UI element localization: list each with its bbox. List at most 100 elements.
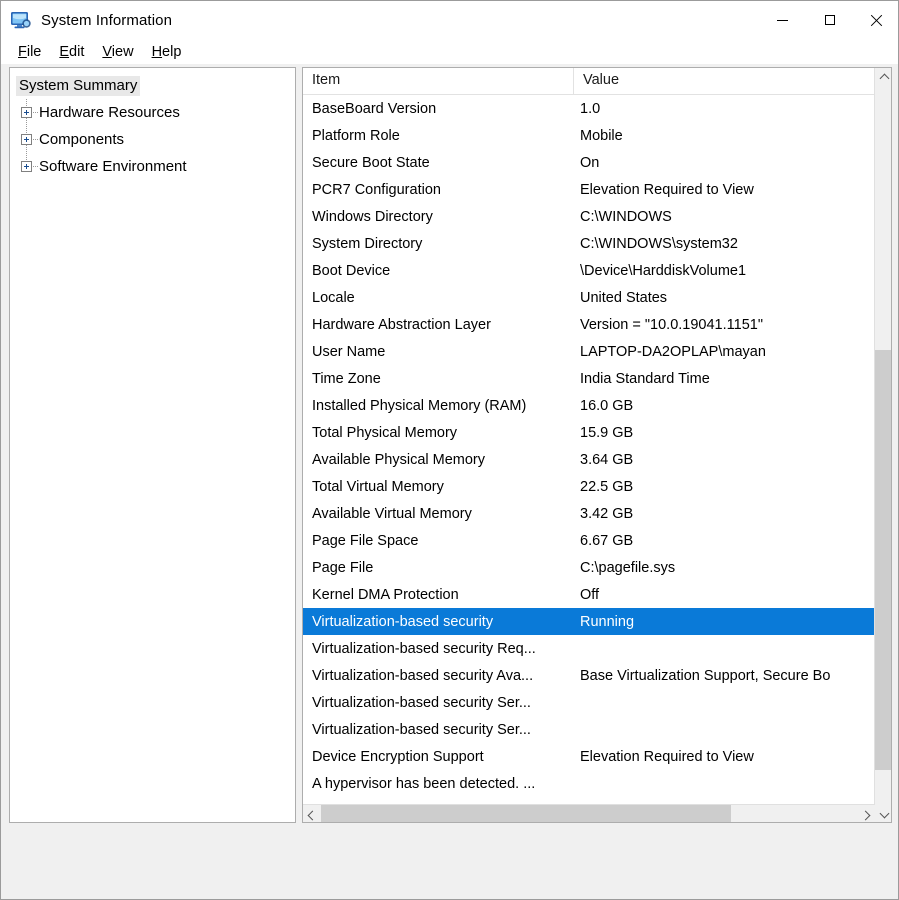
- table-row[interactable]: User NameLAPTOP-DA2OPLAP\mayan: [303, 338, 875, 365]
- vertical-scrollbar-thumb[interactable]: [875, 350, 892, 770]
- menu-file[interactable]: File: [9, 42, 50, 62]
- cell-item: A hypervisor has been detected. ...: [303, 776, 573, 792]
- table-row[interactable]: Virtualization-based security Ava...Base…: [303, 662, 875, 689]
- cell-value: 6.67 GB: [573, 533, 875, 549]
- table-row[interactable]: Virtualization-based securityRunning: [303, 608, 875, 635]
- table-row[interactable]: Available Physical Memory3.64 GB: [303, 446, 875, 473]
- cell-item: Platform Role: [303, 128, 573, 144]
- table-row[interactable]: Virtualization-based security Ser...: [303, 689, 875, 716]
- cell-value: 22.5 GB: [573, 479, 875, 495]
- close-button[interactable]: [853, 1, 899, 39]
- scroll-left-button[interactable]: [303, 805, 320, 822]
- table-row[interactable]: Windows DirectoryC:\WINDOWS: [303, 203, 875, 230]
- scroll-up-button[interactable]: [875, 68, 892, 85]
- cell-item: Boot Device: [303, 263, 573, 279]
- horizontal-scrollbar[interactable]: [303, 804, 875, 822]
- cell-value: 16.0 GB: [573, 398, 875, 414]
- column-header-value[interactable]: Value: [573, 68, 875, 94]
- cell-value: Base Virtualization Support, Secure Bo: [573, 668, 875, 684]
- cell-item: PCR7 Configuration: [303, 182, 573, 198]
- maximize-button[interactable]: [806, 1, 853, 39]
- window-title: System Information: [41, 12, 172, 29]
- table-row[interactable]: LocaleUnited States: [303, 284, 875, 311]
- cell-value: On: [573, 155, 875, 171]
- tree-item-system-summary[interactable]: System Summary: [10, 72, 295, 99]
- cell-value: Version = "10.0.19041.1151": [573, 317, 875, 333]
- category-tree-panel[interactable]: System Summary Hardware Resources: [9, 67, 296, 823]
- cell-item: Virtualization-based security Req...: [303, 641, 573, 657]
- minimize-icon: [777, 20, 788, 21]
- cell-value: 3.42 GB: [573, 506, 875, 522]
- cell-item: Installed Physical Memory (RAM): [303, 398, 573, 414]
- list-header: Item Value: [303, 68, 875, 95]
- cell-item: Available Virtual Memory: [303, 506, 573, 522]
- tree-item-label: Software Environment: [36, 157, 190, 177]
- tree-item-label: System Summary: [16, 76, 140, 96]
- details-list-panel[interactable]: Item Value BaseBoard Version1.0Platform …: [302, 67, 892, 823]
- maximize-icon: [825, 15, 835, 25]
- window-controls: [759, 1, 899, 39]
- table-row[interactable]: Secure Boot StateOn: [303, 149, 875, 176]
- tree-item-software-environment[interactable]: Software Environment: [10, 153, 295, 180]
- table-row[interactable]: Virtualization-based security Req...: [303, 635, 875, 662]
- column-header-item[interactable]: Item: [303, 68, 573, 94]
- category-tree: System Summary Hardware Resources: [10, 68, 295, 180]
- table-row[interactable]: Available Virtual Memory3.42 GB: [303, 500, 875, 527]
- expand-plus-icon[interactable]: [20, 153, 36, 180]
- cell-item: Locale: [303, 290, 573, 306]
- main-content: System Summary Hardware Resources: [9, 67, 892, 823]
- cell-value: 1.0: [573, 101, 875, 117]
- table-row[interactable]: Device Encryption SupportElevation Requi…: [303, 743, 875, 770]
- menu-view[interactable]: View: [93, 42, 142, 62]
- table-row[interactable]: Hardware Abstraction LayerVersion = "10.…: [303, 311, 875, 338]
- table-row[interactable]: PCR7 ConfigurationElevation Required to …: [303, 176, 875, 203]
- menu-bar: File Edit View Help: [1, 39, 899, 64]
- table-row[interactable]: Installed Physical Memory (RAM)16.0 GB: [303, 392, 875, 419]
- table-row[interactable]: Virtualization-based security Ser...: [303, 716, 875, 743]
- cell-item: Total Virtual Memory: [303, 479, 573, 495]
- computer-monitor-icon: [10, 10, 32, 30]
- cell-item: Page File Space: [303, 533, 573, 549]
- table-row[interactable]: Kernel DMA ProtectionOff: [303, 581, 875, 608]
- chevron-down-icon: [880, 810, 888, 818]
- cell-item: Available Physical Memory: [303, 452, 573, 468]
- expand-plus-icon[interactable]: [20, 99, 36, 126]
- table-row[interactable]: System DirectoryC:\WINDOWS\system32: [303, 230, 875, 257]
- cell-item: Virtualization-based security Ser...: [303, 695, 573, 711]
- menu-edit[interactable]: Edit: [50, 42, 93, 62]
- table-row[interactable]: Page FileC:\pagefile.sys: [303, 554, 875, 581]
- table-row[interactable]: A hypervisor has been detected. ...: [303, 770, 875, 795]
- table-row[interactable]: Platform RoleMobile: [303, 122, 875, 149]
- tree-item-components[interactable]: Components: [10, 126, 295, 153]
- scroll-down-button[interactable]: [875, 805, 892, 822]
- horizontal-scrollbar-thumb[interactable]: [321, 805, 731, 822]
- cell-item: System Directory: [303, 236, 573, 252]
- cell-item: Virtualization-based security Ser...: [303, 722, 573, 738]
- expand-plus-icon[interactable]: [20, 126, 36, 153]
- cell-value: \Device\HarddiskVolume1: [573, 263, 875, 279]
- table-row[interactable]: Total Physical Memory15.9 GB: [303, 419, 875, 446]
- cell-item: BaseBoard Version: [303, 101, 573, 117]
- cell-value: C:\pagefile.sys: [573, 560, 875, 576]
- cell-item: Hardware Abstraction Layer: [303, 317, 573, 333]
- tree-item-hardware-resources[interactable]: Hardware Resources: [10, 99, 295, 126]
- cell-item: Virtualization-based security: [303, 614, 573, 630]
- table-row[interactable]: BaseBoard Version1.0: [303, 95, 875, 122]
- table-row[interactable]: Total Virtual Memory22.5 GB: [303, 473, 875, 500]
- cell-value: Mobile: [573, 128, 875, 144]
- table-row[interactable]: Time ZoneIndia Standard Time: [303, 365, 875, 392]
- cell-item: Total Physical Memory: [303, 425, 573, 441]
- tree-item-label: Hardware Resources: [36, 103, 183, 123]
- cell-value: LAPTOP-DA2OPLAP\mayan: [573, 344, 875, 360]
- cell-item: Windows Directory: [303, 209, 573, 225]
- minimize-button[interactable]: [759, 1, 806, 39]
- cell-value: India Standard Time: [573, 371, 875, 387]
- find-bar: Find what: Find Close Find Search select…: [1, 825, 899, 900]
- menu-help[interactable]: Help: [143, 42, 191, 62]
- table-row[interactable]: Boot Device\Device\HarddiskVolume1: [303, 257, 875, 284]
- scroll-right-button[interactable]: [858, 805, 875, 822]
- vertical-scrollbar[interactable]: [874, 68, 891, 822]
- table-row[interactable]: Page File Space6.67 GB: [303, 527, 875, 554]
- cell-item: User Name: [303, 344, 573, 360]
- cell-value: C:\WINDOWS\system32: [573, 236, 875, 252]
